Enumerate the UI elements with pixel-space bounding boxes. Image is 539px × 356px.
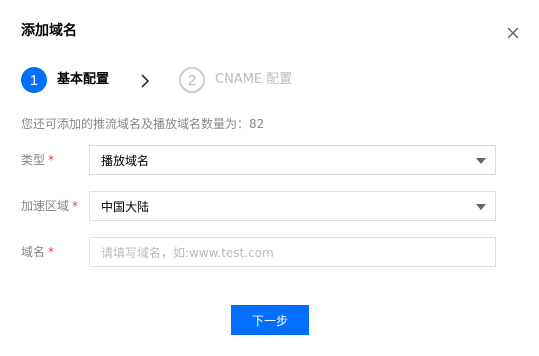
domain-input-placeholder: 请填写域名，如:www.test.com	[101, 246, 274, 260]
domain-label: 域名 *	[21, 244, 54, 260]
domain-label-text: 域名	[21, 245, 46, 259]
region-row: 加速区域 * 中国大陆	[21, 191, 496, 221]
type-label-text: 类型	[21, 153, 46, 167]
type-select-value: 播放域名	[101, 154, 150, 168]
step-indicator: 1 基本配置 2 CNAME 配置	[21, 66, 292, 94]
domain-quota-text: 您还可添加的推流域名及播放域名数量为：82	[21, 117, 265, 131]
required-mark: *	[72, 199, 79, 213]
type-label: 类型 *	[21, 152, 54, 168]
region-select[interactable]: 中国大陆	[89, 191, 496, 221]
dialog-title: 添加域名	[21, 23, 77, 39]
step-2-number: 2	[179, 67, 206, 93]
region-label-text: 加速区域	[21, 199, 70, 213]
domain-row: 域名 * 请填写域名，如:www.test.com	[21, 237, 496, 267]
step-1-number: 1	[21, 67, 47, 93]
domain-input[interactable]: 请填写域名，如:www.test.com	[89, 237, 496, 267]
caret-down-icon	[476, 204, 486, 210]
required-mark: *	[48, 153, 55, 167]
chevron-right-icon	[139, 73, 151, 88]
region-label: 加速区域 *	[21, 198, 78, 214]
close-icon[interactable]	[505, 25, 521, 41]
type-row: 类型 * 播放域名	[21, 145, 496, 175]
required-mark: *	[48, 245, 55, 259]
caret-down-icon	[476, 158, 486, 164]
step-1-label: 基本配置	[57, 72, 110, 87]
region-select-value: 中国大陆	[101, 200, 150, 214]
step-2-label: CNAME 配置	[215, 72, 293, 87]
type-select[interactable]: 播放域名	[89, 145, 496, 175]
add-domain-dialog: 添加域名 1 基本配置 2 CNAME 配置 您还可添加的推流域名及播放域名数量…	[0, 0, 539, 356]
next-step-button[interactable]: 下一步	[231, 305, 309, 335]
